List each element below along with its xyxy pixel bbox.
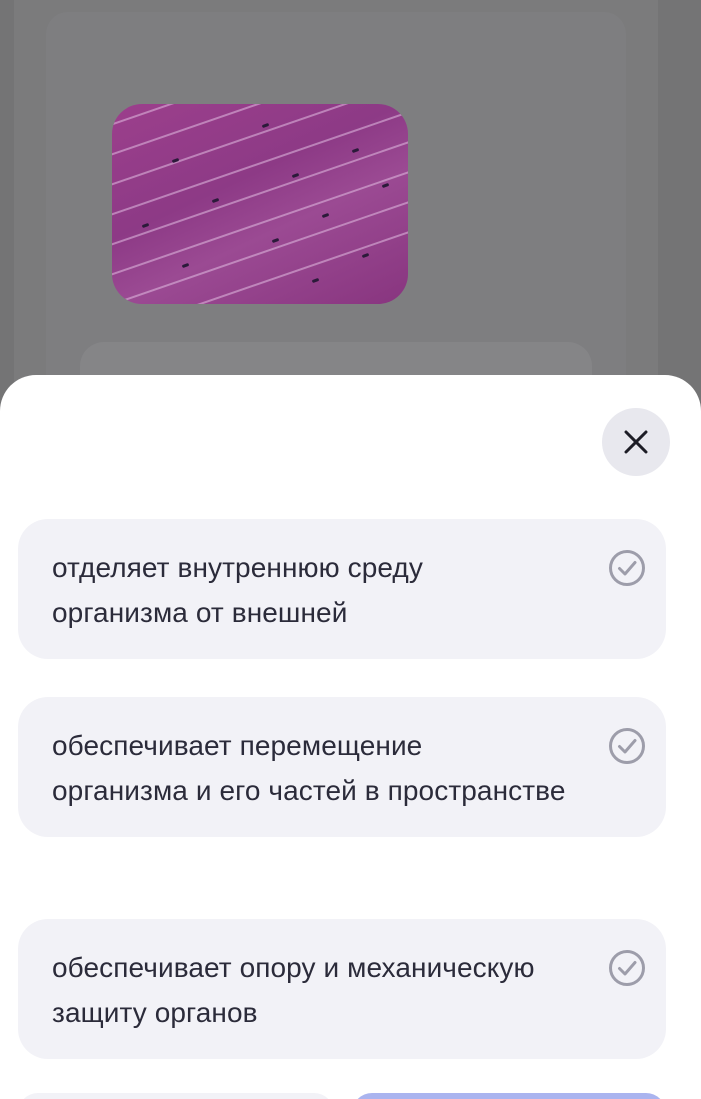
close-button[interactable] <box>602 408 670 476</box>
check-circle-icon <box>609 728 645 764</box>
bottom-sheet: отделяет внутреннюю среду организма от в… <box>0 375 701 1099</box>
primary-button[interactable] <box>352 1093 666 1099</box>
close-icon <box>624 430 648 454</box>
answer-option-2[interactable]: обеспечивает перемещение организма и его… <box>18 697 666 837</box>
answer-option-1[interactable]: отделяет внутреннюю среду организма от в… <box>18 519 666 659</box>
answer-option-3[interactable]: обеспечивает опору и механическую защиту… <box>18 919 666 1059</box>
muscle-tissue-image <box>112 104 408 304</box>
check-circle-icon <box>609 550 645 586</box>
option-label: отделяет внутреннюю среду организма от в… <box>52 552 423 628</box>
check-circle-icon <box>609 950 645 986</box>
option-label: обеспечивает перемещение организма и его… <box>52 730 566 806</box>
secondary-button[interactable] <box>18 1093 334 1099</box>
option-label: обеспечивает опору и механическую защиту… <box>52 952 535 1028</box>
